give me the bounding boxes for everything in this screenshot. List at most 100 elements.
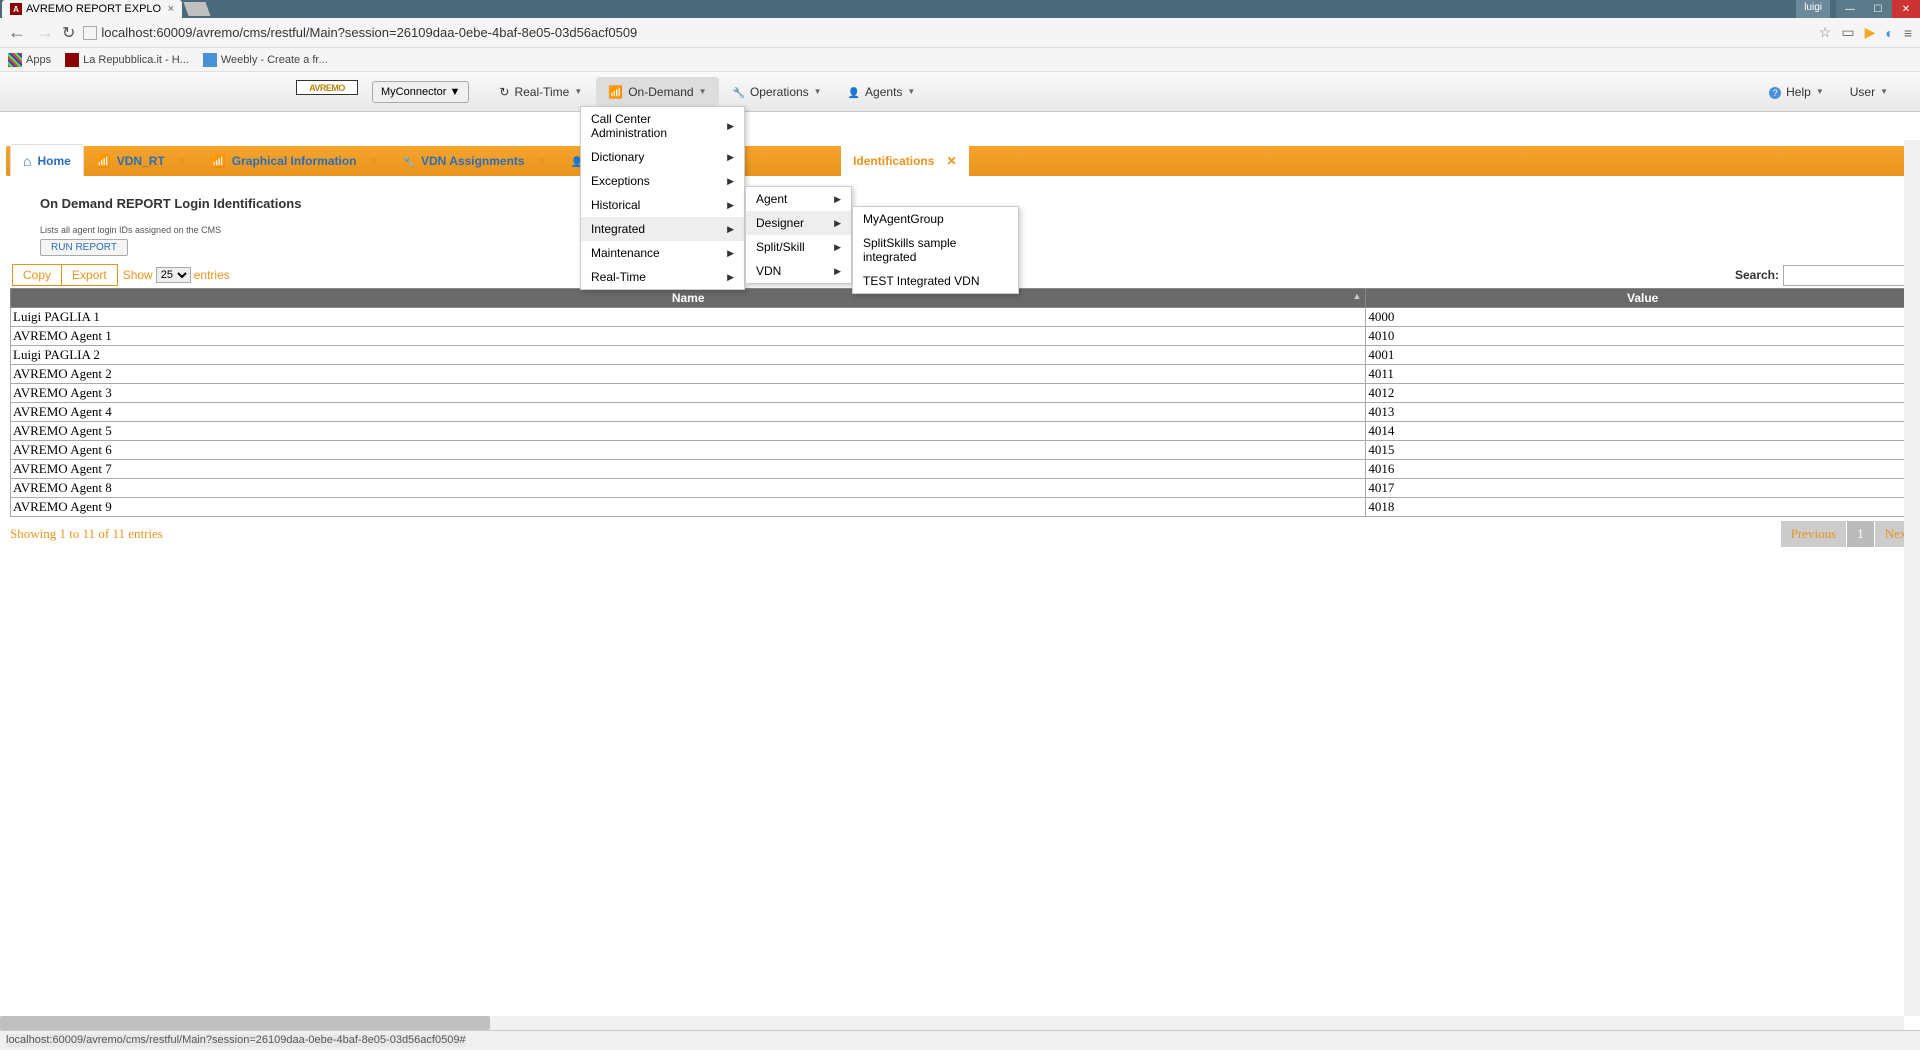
favicon-icon: A xyxy=(10,3,22,15)
app-logo: AVREMO xyxy=(296,80,358,95)
bookmark-item[interactable]: Weebly - Create a fr... xyxy=(203,53,328,67)
app-navbar: MyConnector ▼ Real-Time▼ 📶On-Demand▼ Ope… xyxy=(0,72,1920,112)
run-report-button[interactable]: RUN REPORT xyxy=(40,239,128,256)
help-icon xyxy=(1769,85,1781,99)
menu-button[interactable]: ≡ xyxy=(1904,25,1912,41)
connector-selector[interactable]: MyConnector ▼ xyxy=(372,81,469,103)
table-footer: Showing 1 to 11 of 11 entries Previous 1… xyxy=(10,521,1920,547)
submenu-item-vdn[interactable]: VDN▶ xyxy=(746,259,851,283)
cell-value: 4011 xyxy=(1366,365,1920,384)
column-header-value[interactable]: Value♦ xyxy=(1366,289,1920,308)
table-row: AVREMO Agent 44013 xyxy=(11,403,1920,422)
cell-name: Luigi PAGLIA 2 xyxy=(11,346,1366,365)
chart-icon: 📶 xyxy=(211,154,226,168)
cell-value: 4016 xyxy=(1366,460,1920,479)
new-tab-button[interactable] xyxy=(183,2,210,16)
integrated-submenu: Agent▶ Designer▶ Split/Skill▶ VDN▶ xyxy=(745,186,852,284)
cell-value: 4010 xyxy=(1366,327,1920,346)
horizontal-scrollbar[interactable] xyxy=(0,1016,1904,1030)
window-minimize-button[interactable]: — xyxy=(1836,0,1864,18)
reload-button[interactable]: ↻ xyxy=(62,23,75,43)
page-size-select[interactable]: 25 xyxy=(156,267,191,283)
menu-item-exceptions[interactable]: Exceptions▶ xyxy=(581,169,744,193)
tab-close-icon[interactable]: ✕ xyxy=(368,154,378,168)
menu-item-dictionary[interactable]: Dictionary▶ xyxy=(581,145,744,169)
prev-page-button[interactable]: Previous xyxy=(1781,521,1847,547)
user-icon xyxy=(848,85,860,99)
submenu-item-agent[interactable]: Agent▶ xyxy=(746,187,851,211)
tab-vdn-rt[interactable]: 📶VDN_RT✕ xyxy=(84,146,199,176)
table-row: AVREMO Agent 74016 xyxy=(11,460,1920,479)
export-button[interactable]: Export xyxy=(61,264,118,286)
browser-tab[interactable]: A AVREMO REPORT EXPLO × xyxy=(2,0,182,18)
submenu-item-splitskills-sample[interactable]: SplitSkills sample integrated xyxy=(853,231,1018,269)
menu-item-realtime[interactable]: Real-Time▶ xyxy=(581,265,744,289)
cell-value: 4018 xyxy=(1366,498,1920,517)
tab-close-icon[interactable]: ✕ xyxy=(946,154,956,168)
cell-name: AVREMO Agent 4 xyxy=(11,403,1366,422)
page-icon xyxy=(83,26,97,40)
tab-identifications[interactable]: Identifications✕ xyxy=(841,146,968,176)
designer-submenu: MyAgentGroup SplitSkills sample integrat… xyxy=(852,206,1019,294)
menu-item-call-center-admin[interactable]: Call Center Administration▶ xyxy=(581,107,744,145)
page-tabs: Home 📶VDN_RT✕ 📶Graphical Information✕ VD… xyxy=(6,146,1914,176)
extension-icon-2[interactable]: ◐ xyxy=(1885,25,1893,41)
page-number-button[interactable]: 1 xyxy=(1847,521,1874,547)
menu-item-integrated[interactable]: Integrated▶ xyxy=(581,217,744,241)
cell-value: 4017 xyxy=(1366,479,1920,498)
device-icon[interactable]: ▭ xyxy=(1841,24,1854,41)
window-maximize-button[interactable]: ☐ xyxy=(1864,0,1892,18)
submenu-item-myagentgroup[interactable]: MyAgentGroup xyxy=(853,207,1018,231)
browser-titlebar: luigi — ☐ ✕ xyxy=(0,0,1920,18)
cell-name: AVREMO Agent 8 xyxy=(11,479,1366,498)
tab-graphical-information[interactable]: 📶Graphical Information✕ xyxy=(199,146,391,176)
entries-label: entries xyxy=(194,268,230,282)
tab-close-icon[interactable]: ✕ xyxy=(177,154,187,168)
tab-home[interactable]: Home xyxy=(10,144,84,176)
cell-name: AVREMO Agent 7 xyxy=(11,460,1366,479)
nav-user[interactable]: User▼ xyxy=(1838,77,1900,107)
table-row: AVREMO Agent 34012 xyxy=(11,384,1920,403)
cell-value: 4015 xyxy=(1366,441,1920,460)
bookmark-star-icon[interactable]: ☆ xyxy=(1819,24,1832,41)
tab-close-icon[interactable]: ✕ xyxy=(537,154,547,168)
menu-item-maintenance[interactable]: Maintenance▶ xyxy=(581,241,744,265)
browser-tab-title: AVREMO REPORT EXPLO xyxy=(26,3,161,15)
url-text[interactable]: localhost:60009/avremo/cms/restful/Main?… xyxy=(101,25,1810,40)
nav-back-button[interactable]: ← xyxy=(8,22,26,43)
nav-forward-button[interactable]: → xyxy=(36,22,54,43)
table-row: AVREMO Agent 64015 xyxy=(11,441,1920,460)
bookmark-favicon-icon xyxy=(203,53,217,67)
vertical-scrollbar[interactable] xyxy=(1904,140,1920,1016)
nav-agents[interactable]: Agents▼ xyxy=(836,77,928,107)
nav-realtime[interactable]: Real-Time▼ xyxy=(487,77,594,107)
copy-button[interactable]: Copy xyxy=(12,264,62,286)
menu-item-historical[interactable]: Historical▶ xyxy=(581,193,744,217)
table-row: AVREMO Agent 24011 xyxy=(11,365,1920,384)
cell-name: AVREMO Agent 1 xyxy=(11,327,1366,346)
os-user-badge: luigi xyxy=(1796,0,1830,18)
nav-ondemand[interactable]: 📶On-Demand▼ xyxy=(596,77,718,107)
cell-value: 4000 xyxy=(1366,308,1920,327)
submenu-item-designer[interactable]: Designer▶ xyxy=(746,211,851,235)
refresh-icon xyxy=(499,85,509,99)
cell-name: AVREMO Agent 3 xyxy=(11,384,1366,403)
apps-shortcut[interactable]: Apps xyxy=(8,53,51,67)
extension-icon[interactable]: ▶ xyxy=(1865,24,1876,41)
submenu-item-test-integrated-vdn[interactable]: TEST Integrated VDN xyxy=(853,269,1018,293)
window-close-button[interactable]: ✕ xyxy=(1892,0,1920,18)
table-row: Luigi PAGLIA 24001 xyxy=(11,346,1920,365)
search-input[interactable] xyxy=(1783,265,1918,286)
wrench-icon xyxy=(403,154,415,168)
nav-help[interactable]: Help▼ xyxy=(1757,77,1836,107)
tab-close-icon[interactable]: × xyxy=(168,3,174,15)
cell-name: AVREMO Agent 2 xyxy=(11,365,1366,384)
cell-value: 4012 xyxy=(1366,384,1920,403)
tab-vdn-assignments[interactable]: VDN Assignments✕ xyxy=(391,146,559,176)
nav-operations[interactable]: Operations▼ xyxy=(721,77,834,107)
bookmark-item[interactable]: La Repubblica.it - H... xyxy=(65,53,189,67)
wrench-icon xyxy=(733,85,745,99)
scrollbar-thumb[interactable] xyxy=(0,1016,490,1030)
column-header-name[interactable]: Name▲ xyxy=(11,289,1366,308)
submenu-item-splitskill[interactable]: Split/Skill▶ xyxy=(746,235,851,259)
